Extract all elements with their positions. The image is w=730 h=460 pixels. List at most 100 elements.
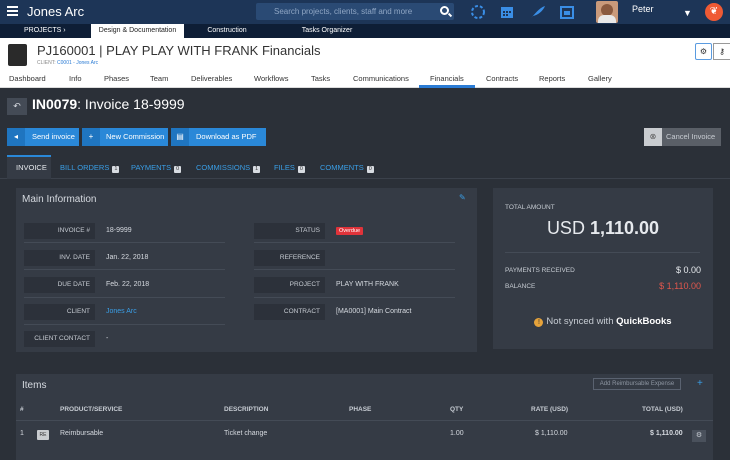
- projects-menu[interactable]: PROJECTS ›: [0, 24, 89, 38]
- chevron-down-icon[interactable]: ▼: [683, 8, 692, 18]
- column-header-qty: QTY: [450, 406, 464, 413]
- subtab-bill-orders-label: BILL ORDERS: [60, 163, 110, 172]
- tab-deliverables[interactable]: Deliverables: [191, 74, 232, 83]
- subtab-commissions[interactable]: COMMISSIONS 1: [196, 163, 261, 173]
- tab-reports[interactable]: Reports: [539, 74, 565, 83]
- invoice-number-label: INVOICE #: [24, 223, 95, 239]
- client-line: CLIENT: C0001 - Jones Arc: [37, 60, 98, 66]
- reference-label: REFERENCE: [254, 250, 325, 266]
- count-badge: 1: [253, 166, 261, 173]
- invoice-number-value: 18-9999: [106, 227, 132, 234]
- client-contact-value: -: [106, 335, 109, 342]
- send-icon: ◂: [7, 128, 25, 146]
- active-tab-indicator: [419, 85, 475, 88]
- count-badge: 0: [297, 166, 305, 173]
- divider: [24, 297, 225, 298]
- tab-construction[interactable]: Construction: [192, 24, 262, 38]
- project-title: PJ160001 | PLAY PLAY WITH FRANK Financia…: [37, 43, 321, 58]
- divider: [254, 269, 455, 270]
- pencil-icon[interactable]: ✎: [459, 193, 466, 202]
- column-header-number: #: [20, 406, 24, 413]
- items-title: Items: [22, 380, 47, 391]
- project-value: PLAY WITH FRANK: [336, 281, 399, 288]
- row-product: Reimbursable: [60, 430, 104, 437]
- subtab-payments-label: PAYMENTS: [131, 163, 172, 172]
- total-amount-label: TOTAL AMOUNT: [505, 204, 555, 211]
- subtab-invoice[interactable]: INVOICE: [16, 163, 47, 172]
- divider: [24, 242, 225, 243]
- tab-tasks[interactable]: Tasks: [311, 74, 330, 83]
- tab-tasks-organizer[interactable]: Tasks Organizer: [292, 24, 362, 38]
- total-amount-value: USD 1,110.00: [493, 218, 713, 239]
- search-placeholder: Search projects, clients, staff and more: [274, 7, 413, 16]
- user-name[interactable]: Peter: [632, 4, 654, 14]
- add-reimbursable-expense-button[interactable]: Add Reimbursable Expense: [593, 378, 681, 390]
- tab-design-documentation[interactable]: Design & Documentation: [91, 24, 184, 38]
- cancel-invoice-button[interactable]: ⊗ Cancel Invoice: [644, 128, 721, 146]
- row-settings-icon[interactable]: ⚙: [692, 430, 706, 442]
- row-number: 1: [20, 430, 24, 437]
- tab-gallery[interactable]: Gallery: [588, 74, 612, 83]
- company-name: Jones Arc: [27, 4, 85, 19]
- quickbooks-text: Not synced with: [546, 316, 614, 327]
- cancel-icon: ⊗: [644, 128, 662, 146]
- due-date-label: DUE DATE: [24, 277, 95, 293]
- row-rate: $ 1,110.00: [535, 430, 568, 437]
- send-invoice-label: Send invoice: [32, 132, 75, 141]
- settings-button[interactable]: ⚙: [695, 43, 712, 60]
- count-badge: 0: [174, 166, 182, 173]
- tab-phases[interactable]: Phases: [104, 74, 129, 83]
- new-commission-button[interactable]: + New Commission: [82, 128, 168, 146]
- count-badge: 0: [366, 166, 374, 173]
- calendar-icon[interactable]: [500, 5, 514, 19]
- tab-communications[interactable]: Communications: [353, 74, 409, 83]
- new-commission-label: New Commission: [106, 132, 165, 141]
- column-header-product: PRODUCT/SERVICE: [60, 406, 123, 413]
- tab-contracts[interactable]: Contracts: [486, 74, 518, 83]
- row-qty: 1.00: [450, 430, 464, 437]
- subtab-payments[interactable]: PAYMENTS 0: [131, 163, 182, 173]
- main-information-card: [16, 188, 477, 352]
- key-button[interactable]: ⚷: [713, 43, 730, 60]
- back-button[interactable]: ↶: [7, 98, 27, 115]
- quickbooks-brand: QuickBooks: [616, 316, 672, 327]
- send-invoice-button[interactable]: ◂ Send invoice: [7, 128, 79, 146]
- plus-icon: +: [82, 128, 100, 146]
- subtab-bill-orders[interactable]: BILL ORDERS 1: [60, 163, 120, 173]
- subtab-files[interactable]: FILES 0: [274, 163, 305, 173]
- calendar-check-icon[interactable]: [560, 5, 574, 19]
- subtab-comments[interactable]: COMMENTS 0: [320, 163, 374, 173]
- download-pdf-button[interactable]: ▤ Download as PDF: [171, 128, 266, 146]
- row-description: Ticket change: [224, 430, 268, 437]
- divider: [505, 252, 700, 253]
- avatar[interactable]: [596, 1, 618, 23]
- tab-team[interactable]: Team: [150, 74, 168, 83]
- column-header-description: DESCRIPTION: [224, 406, 269, 413]
- add-item-icon[interactable]: +: [697, 378, 703, 389]
- feather-icon[interactable]: [530, 5, 546, 19]
- client-link[interactable]: C0001 - Jones Arc: [57, 60, 98, 66]
- tab-dashboard[interactable]: Dashboard: [9, 74, 46, 83]
- tab-financials[interactable]: Financials: [430, 74, 464, 83]
- loading-icon[interactable]: [470, 4, 486, 20]
- search-icon[interactable]: [440, 6, 449, 15]
- menu-icon[interactable]: [7, 6, 18, 16]
- subtab-comments-label: COMMENTS: [320, 163, 364, 172]
- column-header-total: TOTAL (USD): [642, 406, 683, 413]
- cancel-invoice-label: Cancel Invoice: [666, 132, 716, 141]
- tab-info[interactable]: Info: [69, 74, 82, 83]
- document-icon: ▤: [171, 128, 189, 146]
- status-label: STATUS: [254, 223, 325, 239]
- divider: [254, 242, 455, 243]
- payments-received-value: $ 0.00: [675, 265, 701, 275]
- client-link[interactable]: Jones Arc: [106, 304, 137, 320]
- subtab-files-label: FILES: [274, 163, 295, 172]
- projects-label: PROJECTS: [24, 27, 62, 34]
- chevron-right-icon: ›: [63, 27, 66, 34]
- tab-workflows[interactable]: Workflows: [254, 74, 288, 83]
- brand-logo-icon[interactable]: ❦: [705, 3, 723, 21]
- client-contact-label: CLIENT CONTACT: [24, 331, 95, 347]
- inv-date-value: Jan. 22, 2018: [106, 254, 149, 261]
- status-badge: Overdue: [336, 227, 364, 235]
- main-information-title: Main Information: [22, 194, 97, 205]
